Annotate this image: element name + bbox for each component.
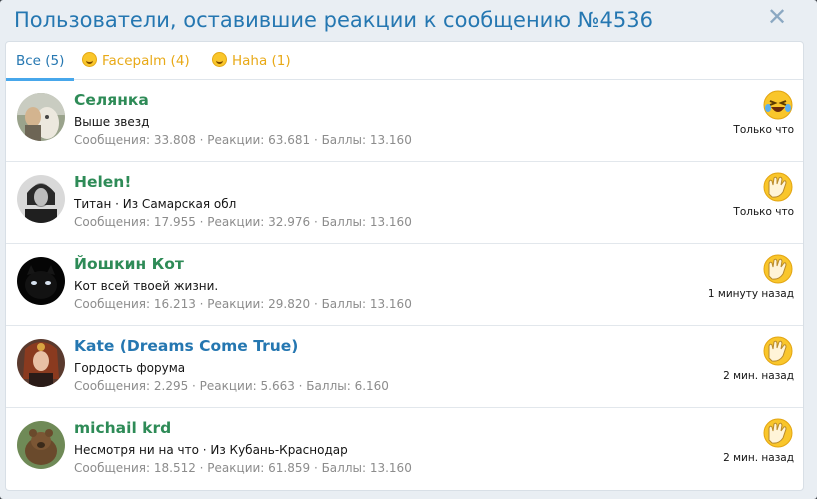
user-stats: Сообщения: 33.808 · Реакции: 63.681 · Ба… (74, 133, 412, 147)
reaction-time: Только что (733, 124, 794, 136)
close-icon: ✕ (766, 3, 788, 31)
reactions-overlay: Пользователи, оставившие реакции к сообщ… (0, 0, 817, 499)
reaction-time: 1 минуту назад (707, 288, 794, 300)
avatar[interactable] (17, 257, 65, 305)
list-item: Kate (Dreams Come True) Гордость форума … (6, 326, 803, 408)
username[interactable]: michail krd (74, 418, 171, 438)
reaction-tabs: Все (5) Facepalm (4) Haha (1) (6, 42, 803, 81)
username[interactable]: Селянка (74, 90, 149, 110)
tab-label: Facepalm (4) (102, 53, 190, 69)
user-stats: Сообщения: 2.295 · Реакции: 5.663 · Балл… (74, 379, 389, 393)
list-item: Helen! Титан · Из Самарская обл Сообщени… (6, 162, 803, 244)
list-item: michail krd Несмотря ни на что · Из Куба… (6, 408, 803, 490)
user-stats: Сообщения: 17.955 · Реакции: 32.976 · Ба… (74, 215, 412, 229)
overlay-title: Пользователи, оставившие реакции к сообщ… (14, 8, 653, 32)
user-title: Несмотря ни на что · Из Кубань-Краснодар (74, 443, 348, 457)
facepalm-emoji-icon (763, 172, 793, 202)
tab-haha[interactable]: Haha (1) (212, 50, 291, 80)
reaction-time: Только что (733, 206, 794, 218)
user-stats: Сообщения: 16.213 · Реакции: 29.820 · Ба… (74, 297, 412, 311)
username[interactable]: Kate (Dreams Come True) (74, 336, 298, 356)
avatar[interactable] (17, 339, 65, 387)
tab-facepalm[interactable]: Facepalm (4) (82, 50, 190, 80)
avatar[interactable] (17, 175, 65, 223)
tab-label: Все (5) (16, 53, 65, 69)
user-title: Титан · Из Самарская обл (74, 197, 237, 211)
reaction-time: 2 мин. назад (723, 370, 794, 382)
tab-all[interactable]: Все (5) (6, 50, 75, 81)
user-title: Кот всей твоей жизни. (74, 279, 219, 293)
facepalm-emoji-icon (763, 254, 793, 284)
avatar[interactable] (17, 421, 65, 469)
reactions-panel: Все (5) Facepalm (4) Haha (1) Селянка Вы… (5, 41, 804, 491)
facepalm-emoji-icon (763, 418, 793, 448)
close-button[interactable]: ✕ (764, 4, 790, 30)
list-item: Йошкин Кот Кот всей твоей жизни. Сообщен… (6, 244, 803, 326)
user-stats: Сообщения: 18.512 · Реакции: 61.859 · Ба… (74, 461, 412, 475)
facepalm-emoji-icon (82, 52, 97, 67)
username[interactable]: Йошкин Кот (74, 254, 184, 274)
user-title: Гордость форума (74, 361, 186, 375)
reaction-time: 2 мин. назад (723, 452, 794, 464)
facepalm-emoji-icon (763, 336, 793, 366)
username[interactable]: Helen! (74, 172, 131, 192)
list-item: Селянка Выше звезд Сообщения: 33.808 · Р… (6, 80, 803, 162)
haha-emoji-icon (212, 52, 227, 67)
haha-emoji-icon (763, 90, 793, 120)
user-title: Выше звезд (74, 115, 150, 129)
tab-label: Haha (1) (232, 53, 291, 69)
avatar[interactable] (17, 93, 65, 141)
